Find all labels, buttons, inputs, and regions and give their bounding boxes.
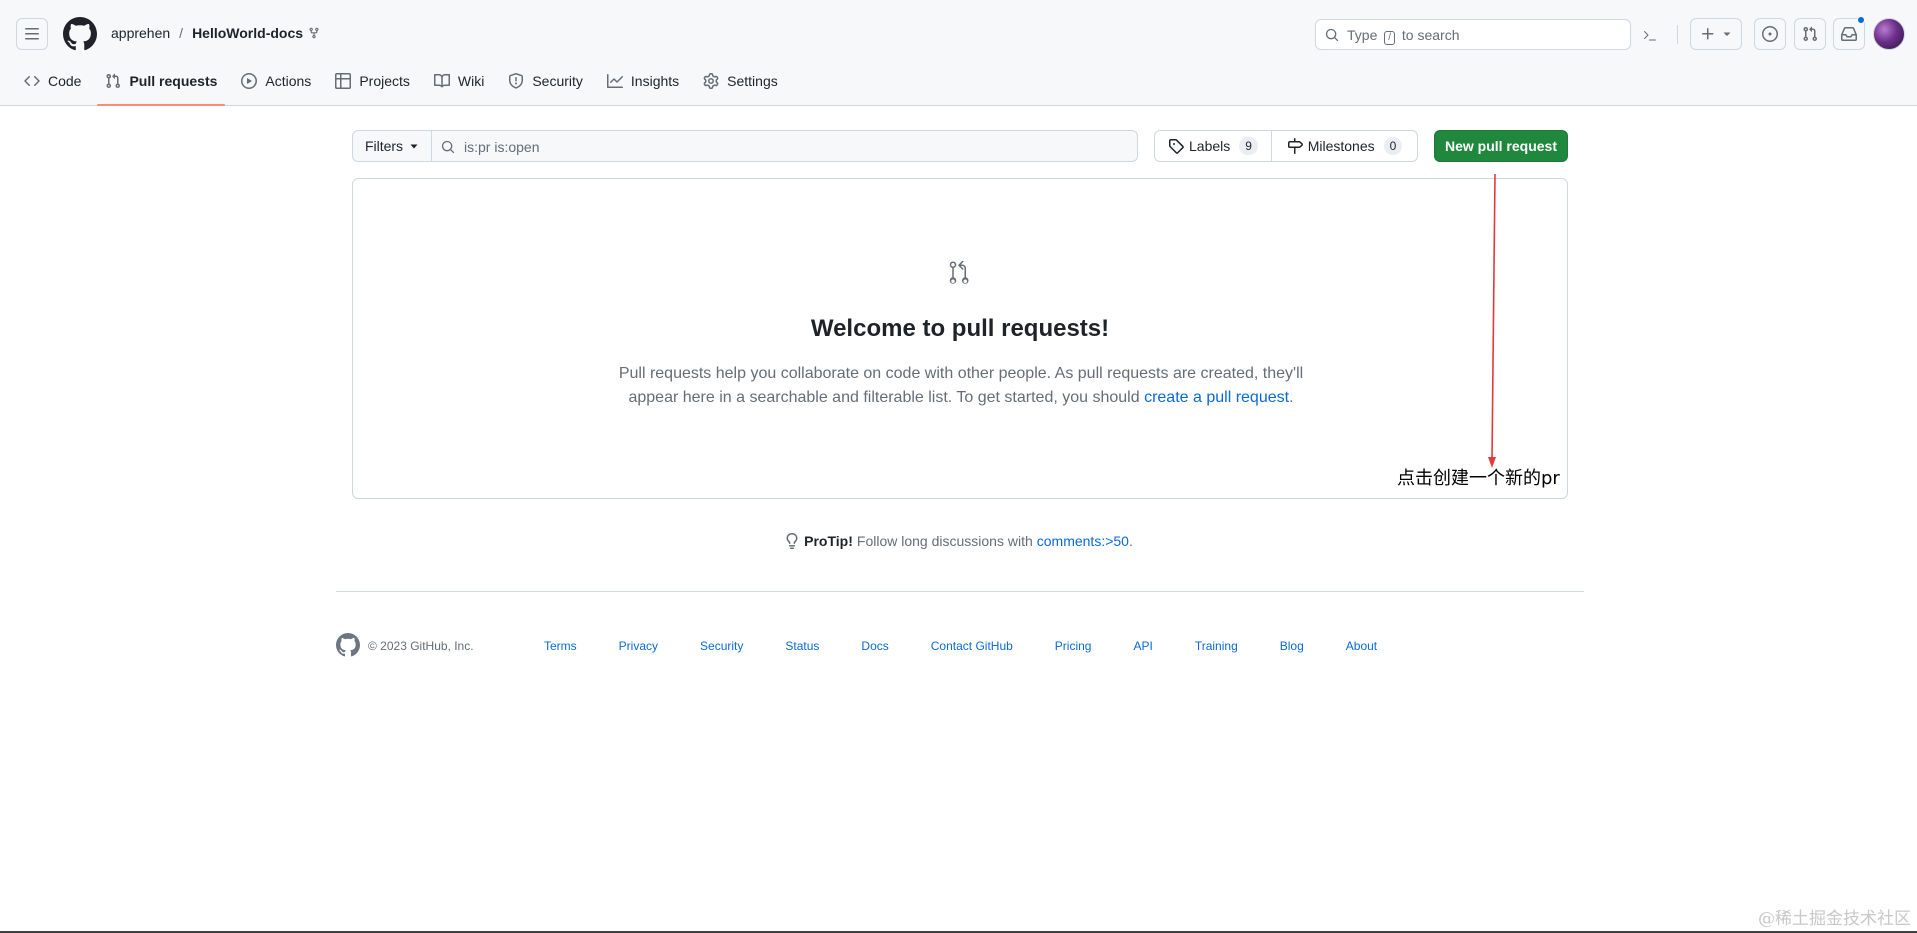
terminal-icon	[1643, 30, 1656, 40]
footer-link-security[interactable]: Security	[700, 639, 743, 653]
repo-nav: Code Pull requests Actions Projects Wiki…	[16, 64, 794, 106]
repo-name-link[interactable]: HelloWorld-docs	[192, 25, 303, 41]
footer-links: Terms Privacy Security Status Docs Conta…	[544, 639, 1419, 653]
annotation-arrow	[1488, 174, 1496, 468]
hamburger-icon	[25, 28, 39, 40]
search-icon	[1325, 28, 1339, 42]
empty-state-panel: Welcome to pull requests! Pull requests …	[352, 178, 1568, 499]
tab-security-label: Security	[532, 73, 583, 89]
annotation-text: 点击创建一个新的pr	[1397, 468, 1560, 489]
github-logo-icon[interactable]	[336, 633, 360, 657]
repo-owner-link[interactable]: apprehen	[111, 25, 170, 41]
fork-icon	[309, 27, 319, 39]
footer-link-privacy[interactable]: Privacy	[619, 639, 658, 653]
protip-link[interactable]: comments:>50	[1037, 533, 1129, 549]
footer-link-contact[interactable]: Contact GitHub	[931, 639, 1013, 653]
protip-end: .	[1128, 533, 1133, 549]
pull-requests-button[interactable]	[1794, 18, 1826, 50]
protip-text: Follow long discussions with	[856, 533, 1033, 549]
graph-icon	[606, 74, 623, 88]
issues-button[interactable]	[1754, 18, 1786, 50]
tag-icon	[1169, 139, 1184, 154]
footer-link-blog[interactable]: Blog	[1280, 639, 1304, 653]
book-icon	[433, 73, 450, 88]
milestones-label: Milestones	[1307, 138, 1375, 154]
milestones-button[interactable]: Milestones 0	[1271, 130, 1418, 162]
code-icon	[24, 75, 40, 87]
triangle-down-icon	[1723, 32, 1731, 36]
git-pull-request-icon	[106, 73, 121, 89]
copyright: © 2023 GitHub, Inc.	[368, 639, 474, 653]
shield-icon	[509, 73, 524, 89]
footer-link-about[interactable]: About	[1346, 639, 1377, 653]
milestone-icon	[1287, 138, 1303, 154]
milestones-count: 0	[1383, 137, 1403, 155]
footer-link-terms[interactable]: Terms	[544, 639, 577, 653]
footer-link-status[interactable]: Status	[785, 639, 819, 653]
empty-state-text-end: .	[1289, 389, 1294, 406]
search-placeholder-suffix: to search	[1401, 27, 1460, 43]
labels-label: Labels	[1189, 138, 1231, 154]
empty-state-description: Pull requests help you collaborate on co…	[603, 362, 1319, 410]
tab-code[interactable]: Code	[16, 64, 89, 98]
footer-link-training[interactable]: Training	[1195, 639, 1238, 653]
global-search-input[interactable]: Type / to search	[1315, 19, 1631, 50]
git-pull-request-icon	[1803, 26, 1818, 42]
notification-indicator	[1857, 16, 1865, 24]
git-pull-request-icon	[949, 261, 969, 284]
labels-button[interactable]: Labels 9	[1154, 130, 1272, 162]
breadcrumb-separator: /	[179, 25, 184, 41]
tab-projects-label: Projects	[359, 73, 410, 89]
footer-link-docs[interactable]: Docs	[861, 639, 888, 653]
issue-opened-icon	[1762, 26, 1778, 42]
inbox-icon	[1841, 27, 1857, 41]
search-shortcut-key: /	[1384, 31, 1396, 45]
triangle-down-icon	[410, 144, 418, 149]
labels-count: 9	[1239, 137, 1258, 155]
light-bulb-icon	[786, 533, 798, 549]
menu-button[interactable]	[16, 18, 48, 50]
header-divider	[1677, 25, 1678, 44]
app-header: apprehen / HelloWorld-docs Type / to sea…	[0, 0, 1917, 106]
play-icon	[241, 73, 258, 89]
tab-insights[interactable]: Insights	[599, 64, 687, 98]
tab-insights-label: Insights	[630, 73, 680, 89]
new-pull-request-button[interactable]: New pull request	[1434, 130, 1568, 162]
github-logo-icon[interactable]	[63, 17, 97, 51]
gear-icon	[703, 73, 719, 89]
tab-settings-label: Settings	[727, 73, 778, 89]
filters-label: Filters	[364, 138, 404, 154]
search-placeholder: Type / to search	[1347, 27, 1460, 45]
header-row: apprehen / HelloWorld-docs Type / to sea…	[0, 16, 1917, 52]
filter-search-field[interactable]	[431, 130, 1138, 162]
search-icon	[441, 140, 455, 154]
plus-icon	[1702, 28, 1714, 40]
create-new-button[interactable]	[1690, 18, 1742, 50]
tab-pull-requests[interactable]: Pull requests	[97, 64, 226, 106]
create-pull-request-link[interactable]: create a pull request	[1144, 389, 1289, 406]
command-palette-button[interactable]	[1635, 19, 1665, 50]
tab-security[interactable]: Security	[500, 64, 591, 98]
tab-wiki-label: Wiki	[457, 73, 485, 89]
tab-pull-requests-label: Pull requests	[129, 73, 218, 89]
tab-projects[interactable]: Projects	[327, 64, 418, 98]
footer-link-pricing[interactable]: Pricing	[1055, 639, 1092, 653]
footer-divider	[336, 591, 1584, 592]
tab-settings[interactable]: Settings	[695, 64, 786, 98]
tab-wiki[interactable]: Wiki	[426, 64, 492, 98]
filter-search-input[interactable]	[464, 137, 1124, 157]
watermark: @稀土掘金技术社区	[1758, 909, 1911, 929]
search-placeholder-prefix: Type	[1347, 27, 1378, 43]
user-avatar[interactable]	[1873, 18, 1905, 50]
tab-code-label: Code	[48, 73, 82, 89]
footer-link-api[interactable]: API	[1133, 639, 1152, 653]
tab-actions-label: Actions	[265, 73, 312, 89]
table-icon	[335, 73, 352, 89]
tab-actions[interactable]: Actions	[233, 64, 319, 98]
breadcrumb: apprehen / HelloWorld-docs	[111, 25, 320, 41]
protip: ProTip! Follow long discussions with com…	[0, 533, 1917, 549]
empty-state-title: Welcome to pull requests!	[810, 315, 1110, 342]
filters-button[interactable]: Filters	[352, 130, 432, 162]
protip-label: ProTip!	[804, 533, 853, 549]
